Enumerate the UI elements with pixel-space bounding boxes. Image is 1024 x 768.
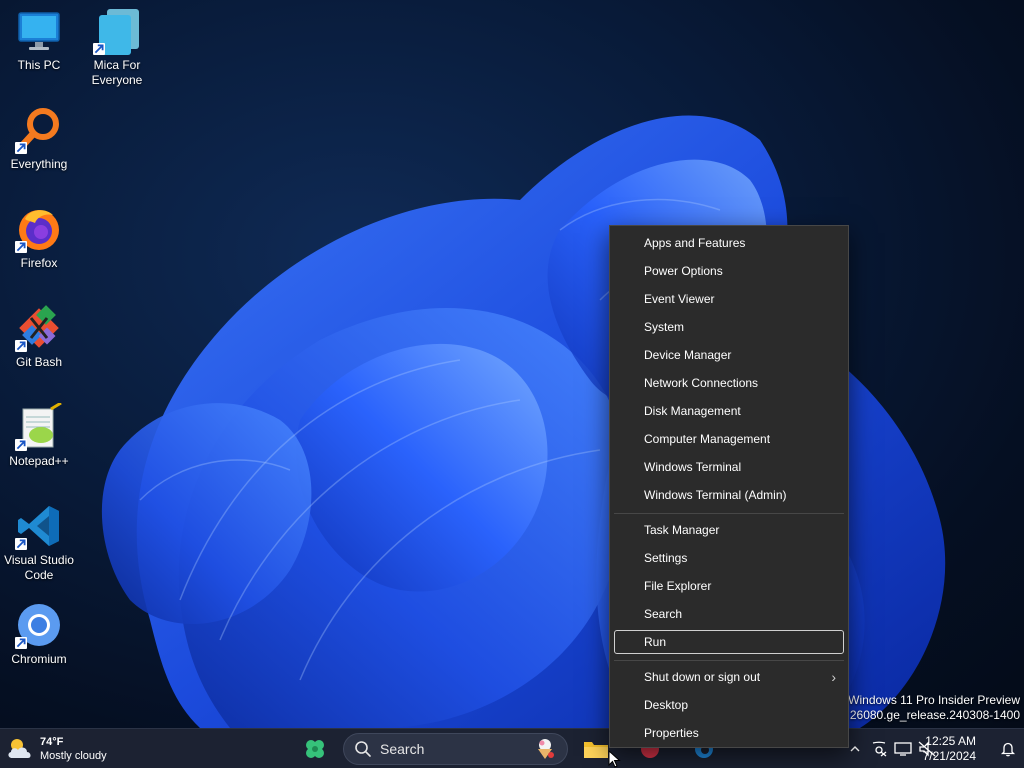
- watermark-line-1: Windows 11 Pro Insider Preview: [848, 693, 1020, 707]
- clock-time: 12:25 AM: [925, 734, 976, 748]
- firefox-icon: [15, 205, 63, 253]
- shortcut-arrow-icon: [15, 439, 27, 451]
- menu-separator: [614, 660, 844, 661]
- cloudy-weather-icon: [8, 739, 31, 758]
- menu-item-properties[interactable]: Properties: [614, 721, 844, 745]
- start-clover-icon: [306, 740, 324, 758]
- desktop-icon-label: This PC: [17, 58, 61, 72]
- desktop-icon-mica-for-everyone[interactable]: Mica For Everyone: [78, 7, 156, 88]
- watermark-line-2: ild 26080.ge_release.240308-1400: [834, 708, 1021, 722]
- menu-item-search[interactable]: Search: [614, 602, 844, 626]
- desktop-icon-this-pc[interactable]: This PC: [0, 7, 78, 73]
- shortcut-arrow-icon: [15, 538, 27, 550]
- wallpaper-bloom: [101, 115, 946, 728]
- display-icon: [894, 742, 912, 756]
- chromium-icon: [15, 601, 63, 649]
- chevron-right-icon: ›: [831, 669, 836, 685]
- menu-item-power-options[interactable]: Power Options: [614, 259, 844, 283]
- desktop-icon-git-bash[interactable]: Git Bash: [0, 304, 78, 370]
- folder-icon: [584, 742, 608, 758]
- tray-display[interactable]: [893, 739, 913, 759]
- start-button[interactable]: [299, 733, 331, 765]
- menu-item-computer-management[interactable]: Computer Management: [614, 427, 844, 451]
- menu-item-settings[interactable]: Settings: [614, 546, 844, 570]
- taskbar-search-box[interactable]: Search: [343, 733, 568, 765]
- menu-item-device-manager[interactable]: Device Manager: [614, 343, 844, 367]
- weather-condition: Mostly cloudy: [40, 750, 107, 762]
- search-label: Search: [380, 741, 425, 757]
- menu-item-task-manager[interactable]: Task Manager: [614, 518, 844, 542]
- menu-item-desktop[interactable]: Desktop: [614, 693, 844, 717]
- build-watermark: Windows 11 Pro Insider Preview ild 26080…: [835, 693, 1021, 723]
- menu-item-windows-terminal[interactable]: Windows Terminal: [614, 455, 844, 479]
- menu-item-run[interactable]: Run: [614, 630, 844, 654]
- shortcut-arrow-icon: [15, 241, 27, 253]
- menu-item-windows-terminal-admin[interactable]: Windows Terminal (Admin): [614, 483, 844, 507]
- desktop-icon-chromium[interactable]: Chromium: [0, 601, 78, 667]
- taskbar-clock[interactable]: 12:25 AM 7/21/2024: [923, 734, 976, 764]
- desktop-icon-label: Mica For Everyone: [91, 58, 143, 87]
- search-icon: [355, 741, 371, 757]
- menu-item-network-connections[interactable]: Network Connections: [614, 371, 844, 395]
- magnifier-icon: [15, 106, 63, 154]
- menu-item-disk-management[interactable]: Disk Management: [614, 399, 844, 423]
- menu-item-apps-and-features[interactable]: Apps and Features: [614, 231, 844, 255]
- taskbar: 74°F Mostly cloudy Search 12:25 AM 7/21/…: [0, 728, 1024, 768]
- mica-icon: [93, 7, 141, 55]
- shortcut-arrow-icon: [15, 340, 27, 352]
- mouse-cursor-icon: [608, 750, 621, 768]
- notepad-icon: [15, 403, 63, 451]
- search-highlight-sundae-icon: [538, 739, 554, 759]
- menu-item-label: Shut down or sign out: [644, 670, 761, 684]
- winx-context-menu: Apps and Features Power Options Event Vi…: [609, 225, 849, 748]
- ethernet-disconnected-icon: [872, 741, 887, 757]
- menu-item-system[interactable]: System: [614, 315, 844, 339]
- weather-temperature: 74°F: [40, 736, 64, 748]
- git-icon: [15, 304, 63, 352]
- menu-separator: [614, 513, 844, 514]
- monitor-icon: [15, 7, 63, 55]
- tray-notifications[interactable]: [998, 739, 1018, 759]
- vscode-icon: [15, 502, 63, 550]
- shortcut-arrow-icon: [15, 142, 27, 154]
- tray-network-status[interactable]: [869, 739, 889, 759]
- desktop-icon-notepad-plus-plus[interactable]: Notepad++: [0, 403, 78, 469]
- desktop-icon-label: Visual Studio Code: [4, 553, 74, 582]
- weather-widget[interactable]: 74°F Mostly cloudy: [6, 735, 107, 763]
- desktop-icon-everything[interactable]: Everything: [0, 106, 78, 172]
- shortcut-arrow-icon: [93, 43, 105, 55]
- menu-item-file-explorer[interactable]: File Explorer: [614, 574, 844, 598]
- menu-item-shut-down-or-sign-out[interactable]: Shut down or sign out ›: [614, 665, 844, 689]
- clock-date: 7/21/2024: [922, 749, 976, 763]
- chevron-up-icon: [850, 746, 860, 752]
- bell-icon: [1000, 742, 1016, 757]
- desktop-icon-firefox[interactable]: Firefox: [0, 205, 78, 271]
- menu-item-event-viewer[interactable]: Event Viewer: [614, 287, 844, 311]
- desktop-icon-visual-studio-code[interactable]: Visual Studio Code: [0, 502, 78, 583]
- shortcut-arrow-icon: [15, 637, 27, 649]
- desktop: This PC Mica For Everyone Everything Fir…: [0, 0, 1024, 728]
